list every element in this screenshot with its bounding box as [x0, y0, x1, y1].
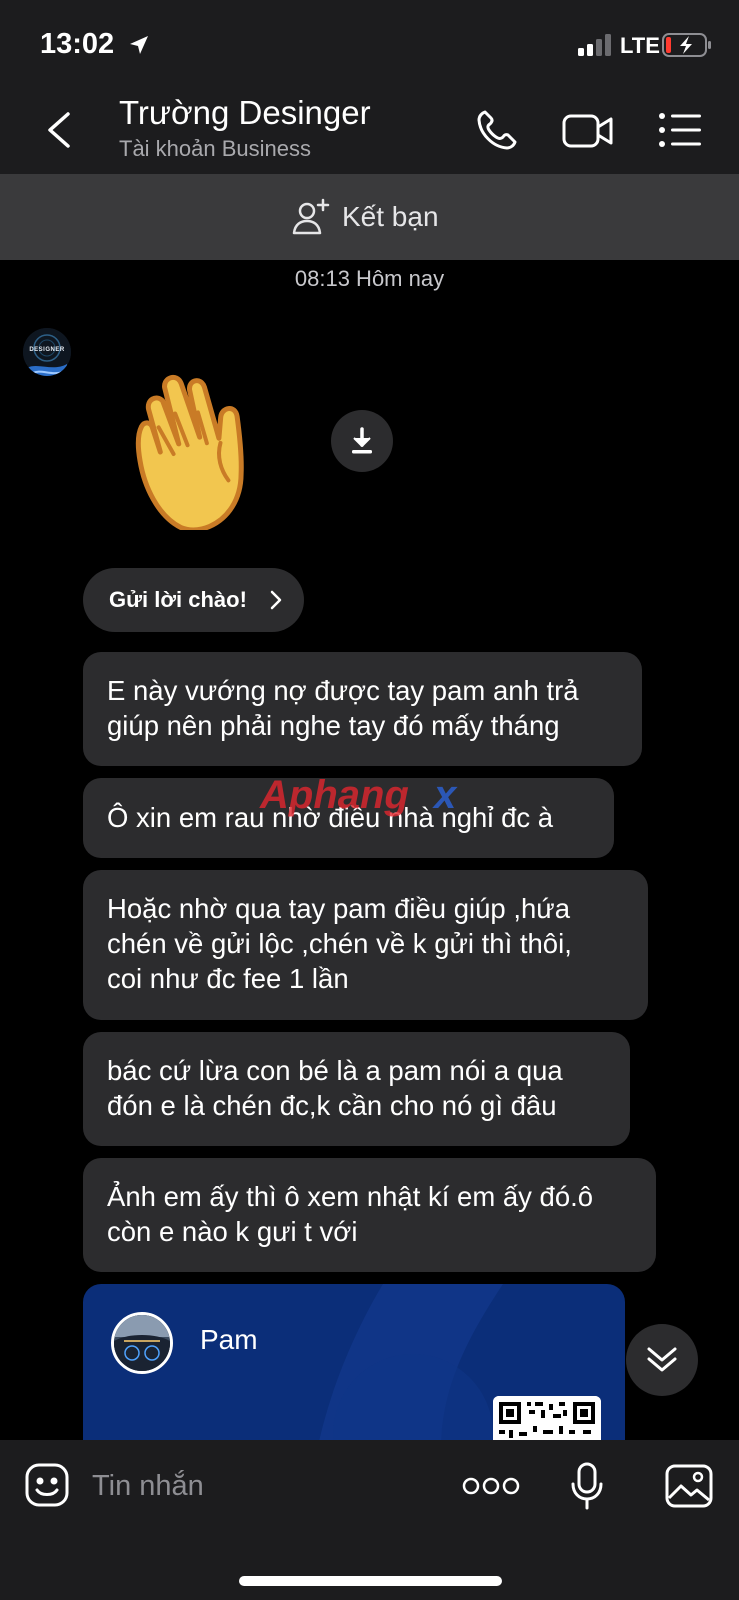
add-friend-label: Kết bạn	[342, 201, 439, 232]
message-line: chén về gửi lộc ,chén về k gửi thì thôi,	[107, 928, 572, 959]
contact-subtitle: Tài khoản Business	[119, 136, 311, 161]
message-line: Ảnh em ấy thì ô xem nhật kí em ấy đó.ô	[107, 1181, 594, 1212]
message-list[interactable]: 08:13 Hôm nay DESIGNER Gửi lời chào! E n…	[0, 260, 739, 1440]
video-camera-icon[interactable]	[562, 112, 614, 150]
message-bubble[interactable]: Hoặc nhờ qua tay pam điều giúp ,hứa chén…	[83, 870, 648, 1020]
message-line: còn e nào k gưi t với	[107, 1216, 358, 1247]
message-line: giúp nên phải nghe tay đó mấy tháng	[107, 710, 560, 741]
message-input-bar	[0, 1440, 739, 1600]
image-icon[interactable]	[665, 1464, 713, 1508]
send-greeting-chip[interactable]: Gửi lời chào!	[83, 568, 304, 632]
message-bubble[interactable]: bác cứ lừa con bé là a pam nói a qua đón…	[83, 1032, 630, 1146]
message-bubble[interactable]: E này vướng nợ được tay pam anh trả giúp…	[83, 652, 642, 766]
more-dots-icon[interactable]	[462, 1476, 520, 1496]
qr-code[interactable]	[493, 1396, 601, 1440]
add-friend-bar: Kết bạn	[0, 174, 739, 260]
scroll-to-bottom-button[interactable]	[626, 1324, 698, 1396]
message-line: Ô xin em rau nhờ điều nhà nghỉ đc à	[107, 802, 554, 833]
status-time: 13:02	[40, 28, 115, 60]
microphone-icon[interactable]	[570, 1462, 604, 1510]
download-icon	[352, 427, 372, 454]
message-bubble[interactable]: Ảnh em ấy thì ô xem nhật kí em ấy đó.ô c…	[83, 1158, 656, 1272]
greeting-label: Gửi lời chào!	[109, 587, 247, 612]
location-arrow-icon	[130, 36, 148, 54]
message-line: bác cứ lừa con bé là a pam nói a qua	[107, 1055, 563, 1086]
double-chevron-down-icon	[647, 1347, 677, 1372]
add-friend-button[interactable]: Kết bạn	[292, 194, 439, 240]
message-line: đón e là chén đc,k cần cho nó gì đâu	[107, 1090, 557, 1121]
sender-avatar[interactable]: DESIGNER	[23, 328, 71, 376]
card-avatar-image	[114, 1315, 170, 1371]
add-person-icon	[292, 198, 330, 235]
emoji-icon[interactable]	[24, 1462, 70, 1508]
avatar-text: DESIGNER	[29, 347, 65, 353]
card-avatar	[111, 1312, 173, 1374]
network-type: LTE	[620, 33, 660, 58]
message-bubble[interactable]: Ô xin em rau nhờ điều nhà nghỉ đc à	[83, 778, 614, 858]
chevron-right-icon	[270, 590, 282, 610]
back-chevron-icon[interactable]	[40, 108, 80, 152]
download-button[interactable]	[331, 410, 393, 472]
message-line: Hoặc nhờ qua tay pam điều giúp ,hứa	[107, 893, 570, 924]
signal-icon	[578, 34, 611, 56]
message-input[interactable]	[92, 1464, 442, 1508]
home-indicator[interactable]	[239, 1576, 502, 1586]
qr-code-image	[493, 1396, 601, 1440]
list-menu-icon[interactable]	[658, 112, 702, 148]
card-name: Pam	[200, 1324, 258, 1355]
chat-header: Trường Desinger Tài khoản Business	[0, 90, 739, 174]
contact-name[interactable]: Trường Desinger	[119, 94, 371, 132]
message-line: coi như đc fee 1 lần	[107, 963, 349, 994]
message-timestamp: 08:13 Hôm nay	[294, 266, 445, 291]
battery-icon	[662, 33, 711, 57]
phone-icon[interactable]	[475, 108, 519, 152]
contact-card[interactable]: Pam	[83, 1284, 625, 1440]
status-bar: 13:02 LTE	[0, 0, 739, 90]
message-line: E này vướng nợ được tay pam anh trả	[107, 675, 579, 706]
waving-hand-sticker[interactable]	[108, 350, 288, 530]
